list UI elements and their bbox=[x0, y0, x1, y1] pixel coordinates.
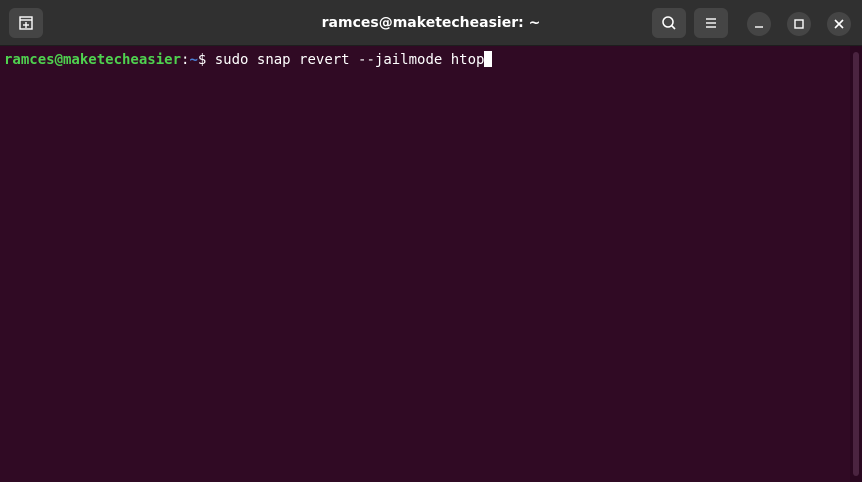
command-line: ramces@maketecheasier:~$ sudo snap rever… bbox=[4, 51, 493, 69]
scrollbar[interactable] bbox=[850, 46, 862, 482]
search-button[interactable] bbox=[652, 8, 686, 38]
minimize-button[interactable] bbox=[747, 12, 771, 36]
close-icon bbox=[834, 19, 844, 29]
terminal-area[interactable]: ramces@maketecheasier:~$ sudo snap rever… bbox=[0, 46, 850, 482]
new-tab-icon bbox=[19, 16, 33, 30]
maximize-icon bbox=[794, 19, 804, 29]
close-button[interactable] bbox=[827, 12, 851, 36]
text-cursor bbox=[484, 51, 493, 67]
scrollbar-thumb[interactable] bbox=[853, 52, 859, 476]
terminal-window: ramces@maketecheasier: ~ ramces@maketech… bbox=[0, 0, 862, 482]
prompt-path: ~ bbox=[189, 52, 198, 68]
prompt-user: ramces@maketecheasier bbox=[4, 52, 182, 68]
hamburger-menu-icon bbox=[706, 18, 716, 28]
maximize-button[interactable] bbox=[787, 12, 811, 36]
minimize-icon bbox=[755, 26, 763, 28]
command-text: sudo snap revert --jailmode htop bbox=[214, 52, 485, 68]
window-title: ramces@maketecheasier: ~ bbox=[321, 15, 541, 31]
menu-button[interactable] bbox=[694, 8, 728, 38]
prompt-symbol: $ bbox=[197, 52, 215, 68]
new-tab-button[interactable] bbox=[9, 8, 43, 38]
search-icon bbox=[662, 16, 676, 30]
title-bar[interactable]: ramces@maketecheasier: ~ bbox=[0, 0, 862, 46]
